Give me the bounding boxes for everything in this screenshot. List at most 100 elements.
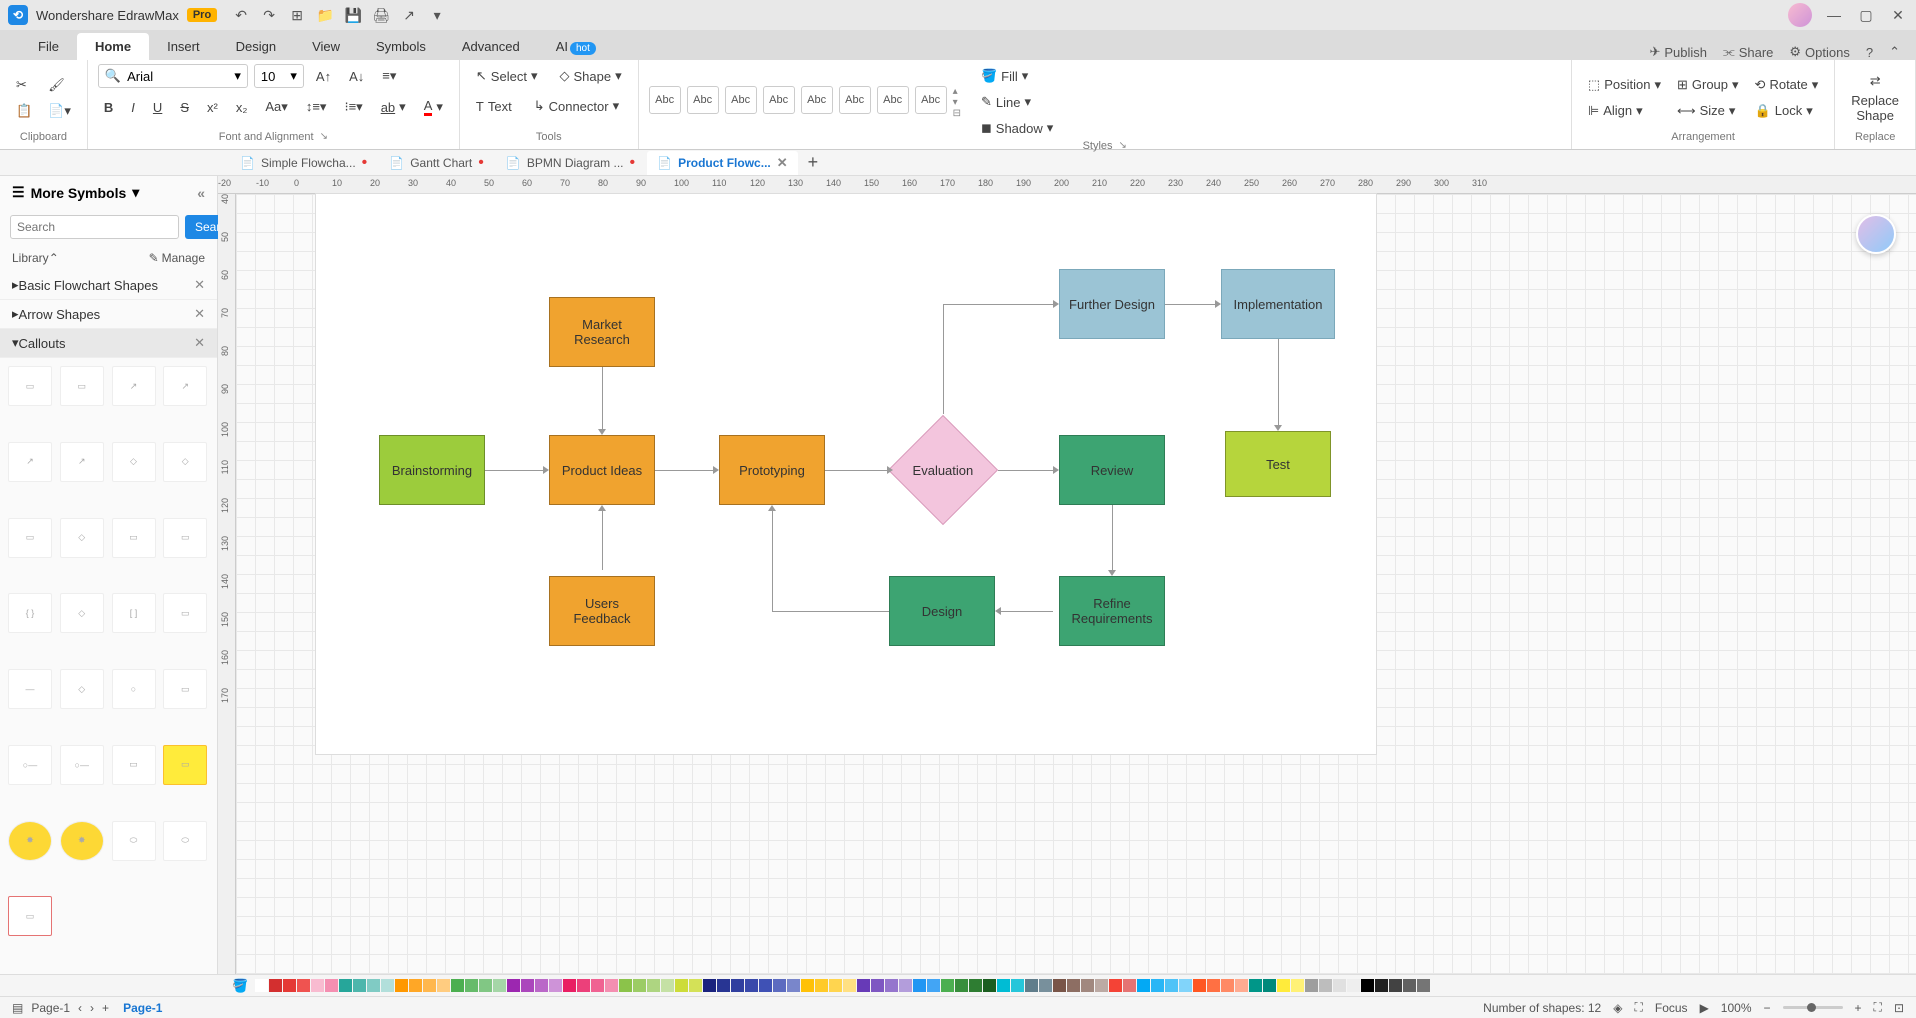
focus-icon[interactable]: ⛶ [1634,1000,1642,1015]
connector[interactable] [998,470,1053,471]
color-swatch[interactable] [801,979,814,992]
color-swatch[interactable] [1319,979,1332,992]
category-basic-flowchart[interactable]: ▸ Basic Flowchart Shapes✕ [0,271,217,300]
color-swatch[interactable] [1179,979,1192,992]
style-swatch-5[interactable]: Abc [801,86,833,114]
color-swatch[interactable] [367,979,380,992]
color-swatch[interactable] [1081,979,1094,992]
callout-shape[interactable]: ◇ [60,518,104,558]
menu-advanced[interactable]: Advanced [444,33,538,60]
menu-insert[interactable]: Insert [149,33,218,60]
zoom-out-button[interactable]: − [1764,1001,1771,1015]
color-swatch[interactable] [703,979,716,992]
font-family-select[interactable]: 🔍Arial▾ [98,64,248,88]
color-swatch[interactable] [297,979,310,992]
category-arrow-shapes[interactable]: ▸ Arrow Shapes✕ [0,300,217,329]
connector[interactable] [1165,304,1215,305]
callout-shape[interactable]: ▭ [8,366,52,406]
color-swatch[interactable] [1151,979,1164,992]
close-button[interactable]: ✕ [1888,5,1908,25]
color-swatch[interactable] [1277,979,1290,992]
color-swatch[interactable] [731,979,744,992]
text-tool[interactable]: TText [470,94,518,118]
color-swatch[interactable] [1193,979,1206,992]
zoom-slider[interactable] [1783,1006,1843,1009]
color-swatch[interactable] [1249,979,1262,992]
superscript-button[interactable]: x² [201,94,224,120]
color-swatch[interactable] [689,979,702,992]
callout-shape[interactable]: ↗ [112,366,156,406]
copy-button[interactable]: 📋 [10,99,38,123]
color-swatch[interactable] [745,979,758,992]
remove-category-icon[interactable]: ✕ [194,306,205,322]
color-swatch[interactable] [955,979,968,992]
save-button[interactable]: 💾 [345,7,361,23]
color-swatch[interactable] [1123,979,1136,992]
connector[interactable] [943,304,944,414]
color-swatch[interactable] [1207,979,1220,992]
prev-page-button[interactable]: ‹ [78,1001,82,1015]
underline-button[interactable]: U [147,94,168,120]
color-swatch[interactable] [885,979,898,992]
fill-bucket-icon[interactable]: 🪣 [232,978,248,994]
page-label[interactable]: Page-1 [31,1001,70,1015]
color-swatch[interactable] [773,979,786,992]
doctab-simple-flowchart[interactable]: 📄Simple Flowcha...• [230,150,377,176]
shape-users-feedback[interactable]: Users Feedback [549,576,655,646]
color-swatch[interactable] [983,979,996,992]
styles-dialog-launcher[interactable]: ↘ [1119,140,1127,152]
menu-home[interactable]: Home [77,33,149,60]
style-swatch-7[interactable]: Abc [877,86,909,114]
callout-shape[interactable]: ▭ [60,366,104,406]
color-swatch[interactable] [927,979,940,992]
font-dialog-launcher[interactable]: ↘ [320,131,328,143]
collapse-sidebar-button[interactable]: « [197,185,205,201]
color-swatch[interactable] [423,979,436,992]
qat-dropdown[interactable]: ▾ [429,7,445,23]
color-swatch[interactable] [381,979,394,992]
color-swatch[interactable] [1375,979,1388,992]
color-swatch[interactable] [941,979,954,992]
color-swatch[interactable] [815,979,828,992]
play-icon[interactable]: ▶ [1700,1001,1709,1015]
callout-shape[interactable]: [ ] [112,593,156,633]
color-swatch[interactable] [619,979,632,992]
style-swatch-4[interactable]: Abc [763,86,795,114]
callout-shape[interactable]: ⬭ [163,821,207,861]
color-swatch[interactable] [969,979,982,992]
color-swatch[interactable] [913,979,926,992]
font-color-button[interactable]: A▾ [418,94,449,120]
add-page-button[interactable]: + [102,1001,109,1015]
subscript-button[interactable]: x₂ [230,94,254,120]
layers-icon[interactable]: ◈ [1613,1001,1622,1015]
user-avatar[interactable] [1788,3,1812,27]
menu-design[interactable]: Design [218,33,294,60]
callout-burst[interactable]: ✸ [60,821,104,861]
minimize-button[interactable]: — [1824,5,1844,25]
color-swatch[interactable] [1333,979,1346,992]
callout-shape[interactable]: ○— [60,745,104,785]
callout-shape[interactable]: ▭ [8,518,52,558]
page-tab-1[interactable]: Page-1 [117,1001,168,1015]
decrease-font-button[interactable]: A↓ [343,64,370,88]
manage-button[interactable]: ✎Manage [149,251,205,265]
color-swatch[interactable] [507,979,520,992]
connector[interactable] [655,470,713,471]
color-swatch[interactable] [577,979,590,992]
group-button[interactable]: ⊞Group▾ [1671,73,1745,97]
callout-shape[interactable]: ◇ [60,593,104,633]
callout-shape[interactable]: ↗ [8,442,52,482]
options-button[interactable]: ⚙Options [1789,44,1849,60]
ai-assistant-button[interactable] [1856,214,1896,254]
fullscreen-button[interactable]: ⊡ [1894,1001,1904,1015]
color-swatch[interactable] [1291,979,1304,992]
callout-shape[interactable]: ○ [112,669,156,709]
callout-shape[interactable]: ▭ [8,896,52,936]
callout-shape[interactable]: ◇ [163,442,207,482]
style-swatch-8[interactable]: Abc [915,86,947,114]
color-swatch[interactable] [395,979,408,992]
strikethrough-button[interactable]: S [174,94,195,120]
color-swatch[interactable] [325,979,338,992]
color-swatch[interactable] [1025,979,1038,992]
color-swatch[interactable] [675,979,688,992]
